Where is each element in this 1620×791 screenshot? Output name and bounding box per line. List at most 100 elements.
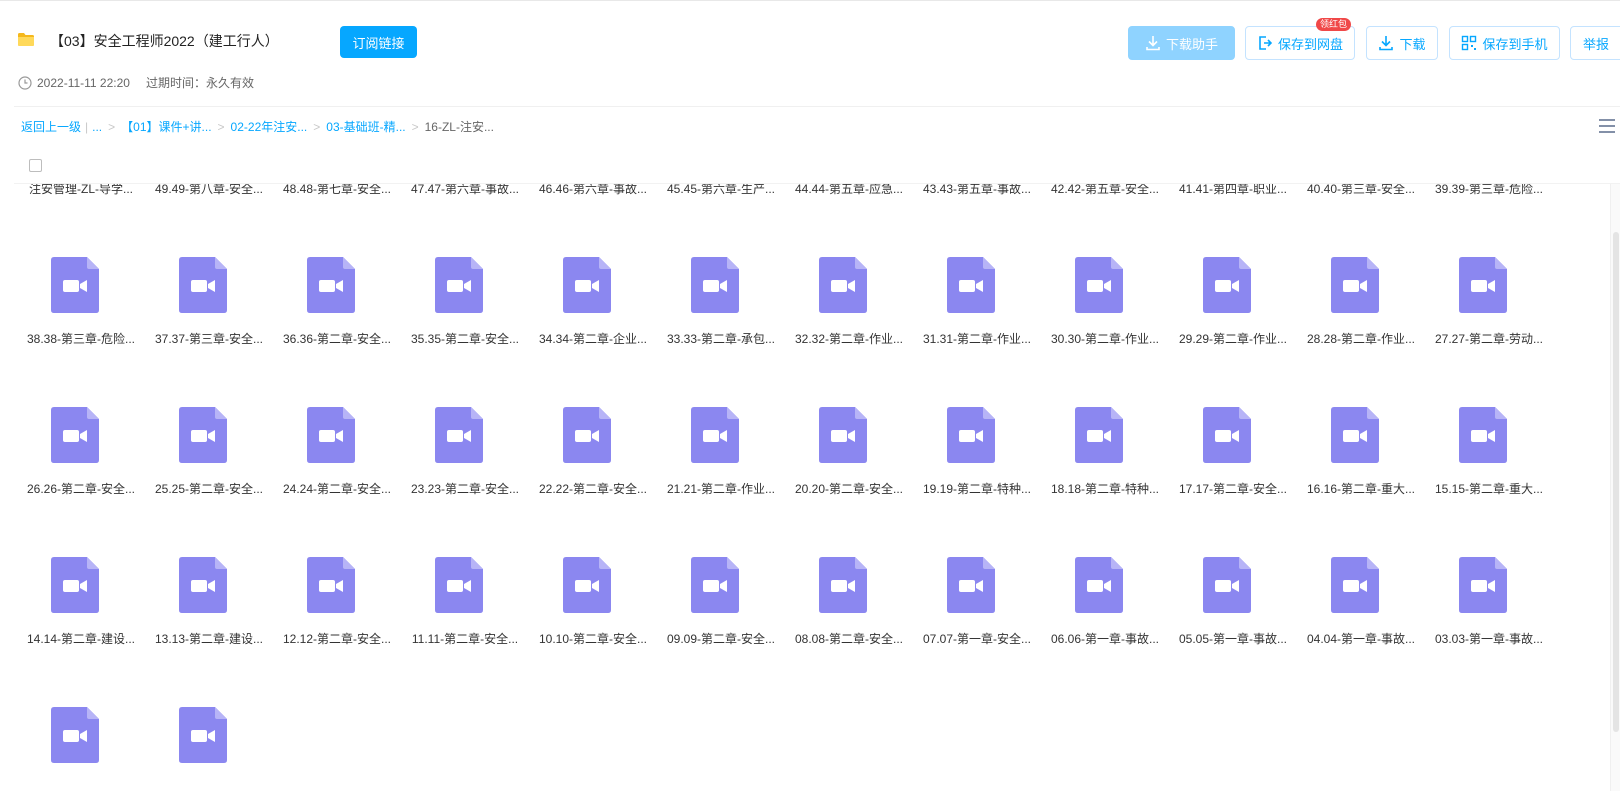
video-icon-wrap xyxy=(51,407,99,463)
video-file-item[interactable]: 23.23-第二章-安全... xyxy=(401,360,529,510)
video-file-item[interactable]: 04.04-第一章-事故... xyxy=(1297,510,1425,660)
breadcrumb-ellipsis[interactable]: ... xyxy=(92,120,102,134)
video-file-item[interactable]: 10.10-第二章-安全... xyxy=(529,510,657,660)
video-file-item[interactable]: 44.44-第五章-应急... xyxy=(785,184,913,210)
file-name: 17.17-第二章-安全... xyxy=(1178,482,1288,496)
video-icon-wrap xyxy=(1075,407,1123,463)
folder-item[interactable]: 注安管理-ZL-导学... xyxy=(17,184,145,210)
video-file-item[interactable]: 15.15-第二章-重大... xyxy=(1425,360,1553,510)
video-file-item[interactable]: 36.36-第二章-安全... xyxy=(273,210,401,360)
save-to-phone-button[interactable]: 保存到手机 xyxy=(1449,26,1560,60)
video-file-item[interactable]: 24.24-第二章-安全... xyxy=(273,360,401,510)
save-to-netdisk-label: 保存到网盘 xyxy=(1277,36,1343,52)
video-file-item[interactable]: 25.25-第二章-安全... xyxy=(145,360,273,510)
video-file-item[interactable]: 28.28-第二章-作业... xyxy=(1297,210,1425,360)
video-file-icon xyxy=(1459,557,1507,613)
video-file-item[interactable]: 09.09-第二章-安全... xyxy=(657,510,785,660)
file-name: 23.23-第二章-安全... xyxy=(410,482,520,496)
video-file-item[interactable] xyxy=(17,660,145,791)
video-file-item[interactable]: 07.07-第一章-安全... xyxy=(913,510,1041,660)
video-icon-wrap xyxy=(307,557,355,613)
video-icon-wrap xyxy=(947,257,995,313)
file-name: 34.34-第二章-企业... xyxy=(538,332,648,346)
file-name: 43.43-第五章-事故... xyxy=(922,184,1032,196)
video-file-item[interactable]: 41.41-第四章-职业... xyxy=(1169,184,1297,210)
video-file-item[interactable]: 14.14-第二章-建设... xyxy=(17,510,145,660)
file-name: 19.19-第二章-特种... xyxy=(922,482,1032,496)
share-meta: 2022-11-11 22:20 过期时间： 永久有效 xyxy=(18,74,254,91)
qr-code-icon xyxy=(1462,35,1477,51)
video-file-item[interactable] xyxy=(145,660,273,791)
download-helper-button[interactable]: 下载助手 xyxy=(1128,26,1235,60)
vertical-scrollbar[interactable] xyxy=(1610,184,1620,791)
expire-value: 永久有效 xyxy=(205,76,254,90)
video-file-item[interactable]: 17.17-第二章-安全... xyxy=(1169,360,1297,510)
video-file-item[interactable]: 06.06-第一章-事故... xyxy=(1041,510,1169,660)
video-file-item[interactable]: 11.11-第二章-安全... xyxy=(401,510,529,660)
breadcrumb-item[interactable]: 02-22年注安... xyxy=(231,118,308,135)
video-file-item[interactable]: 22.22-第二章-安全... xyxy=(529,360,657,510)
video-file-item[interactable]: 29.29-第二章-作业... xyxy=(1169,210,1297,360)
back-link[interactable]: 返回上一级 xyxy=(21,118,81,135)
video-file-item[interactable]: 30.30-第二章-作业... xyxy=(1041,210,1169,360)
file-name: 31.31-第二章-作业... xyxy=(922,332,1032,346)
download-button[interactable]: 下载 xyxy=(1366,26,1438,60)
save-to-netdisk-button[interactable]: 保存到网盘 领红包 xyxy=(1245,18,1355,60)
save-to-phone-label: 保存到手机 xyxy=(1482,36,1548,52)
video-file-item[interactable]: 47.47-第六章-事故... xyxy=(401,184,529,210)
video-file-item[interactable]: 38.38-第三章-危险... xyxy=(17,210,145,360)
video-file-icon xyxy=(1075,557,1123,613)
video-file-item[interactable]: 16.16-第二章-重大... xyxy=(1297,360,1425,510)
video-file-item[interactable]: 27.27-第二章-劳动... xyxy=(1425,210,1553,360)
report-button[interactable]: 举报 xyxy=(1570,26,1620,60)
video-file-item[interactable]: 37.37-第三章-安全... xyxy=(145,210,273,360)
select-all-checkbox[interactable] xyxy=(29,159,42,172)
video-file-item[interactable]: 42.42-第五章-安全... xyxy=(1041,184,1169,210)
video-icon-wrap xyxy=(691,257,739,313)
video-file-item[interactable]: 35.35-第二章-安全... xyxy=(401,210,529,360)
video-icon-wrap xyxy=(1075,257,1123,313)
video-file-item[interactable]: 13.13-第二章-建设... xyxy=(145,510,273,660)
list-view-icon[interactable] xyxy=(1598,118,1616,134)
video-icon-wrap xyxy=(563,557,611,613)
video-file-item[interactable]: 26.26-第二章-安全... xyxy=(17,360,145,510)
video-icon-wrap xyxy=(1203,407,1251,463)
video-file-icon xyxy=(435,557,483,613)
file-name: 32.32-第二章-作业... xyxy=(794,332,904,346)
file-name: 28.28-第二章-作业... xyxy=(1306,332,1416,346)
video-file-item[interactable]: 03.03-第一章-事故... xyxy=(1425,510,1553,660)
video-file-item[interactable]: 12.12-第二章-安全... xyxy=(273,510,401,660)
video-file-item[interactable]: 48.48-第七章-安全... xyxy=(273,184,401,210)
file-name: 35.35-第二章-安全... xyxy=(410,332,520,346)
video-file-item[interactable]: 43.43-第五章-事故... xyxy=(913,184,1041,210)
video-file-item[interactable]: 34.34-第二章-企业... xyxy=(529,210,657,360)
video-file-item[interactable]: 45.45-第六章-生产... xyxy=(657,184,785,210)
video-file-item[interactable]: 40.40-第三章-安全... xyxy=(1297,184,1425,210)
video-file-item[interactable]: 32.32-第二章-作业... xyxy=(785,210,913,360)
video-file-icon xyxy=(179,557,227,613)
video-file-item[interactable]: 46.46-第六章-事故... xyxy=(529,184,657,210)
clock-icon xyxy=(18,75,32,90)
scrollbar-thumb[interactable] xyxy=(1613,232,1619,732)
report-label: 举报 xyxy=(1583,36,1610,52)
breadcrumb-item[interactable]: 03-基础班-精... xyxy=(326,118,405,135)
video-file-item[interactable]: 08.08-第二章-安全... xyxy=(785,510,913,660)
video-icon-wrap xyxy=(179,407,227,463)
video-file-item[interactable]: 49.49-第八章-安全... xyxy=(145,184,273,210)
file-name: 49.49-第八章-安全... xyxy=(154,184,264,196)
video-file-icon xyxy=(691,257,739,313)
video-icon-wrap xyxy=(307,257,355,313)
video-file-item[interactable]: 31.31-第二章-作业... xyxy=(913,210,1041,360)
breadcrumb-item[interactable]: 【01】课件+讲... xyxy=(121,118,211,135)
video-file-item[interactable]: 20.20-第二章-安全... xyxy=(785,360,913,510)
file-name: 03.03-第一章-事故... xyxy=(1434,632,1544,646)
video-file-icon xyxy=(563,407,611,463)
video-file-item[interactable]: 39.39-第三章-危险... xyxy=(1425,184,1553,210)
video-file-item[interactable]: 18.18-第二章-特种... xyxy=(1041,360,1169,510)
video-file-item[interactable]: 05.05-第一章-事故... xyxy=(1169,510,1297,660)
subscribe-link-button[interactable]: 订阅链接 xyxy=(340,26,417,58)
video-file-item[interactable]: 33.33-第二章-承包... xyxy=(657,210,785,360)
video-file-item[interactable]: 21.21-第二章-作业... xyxy=(657,360,785,510)
video-file-item[interactable]: 19.19-第二章-特种... xyxy=(913,360,1041,510)
file-name: 47.47-第六章-事故... xyxy=(410,184,520,196)
